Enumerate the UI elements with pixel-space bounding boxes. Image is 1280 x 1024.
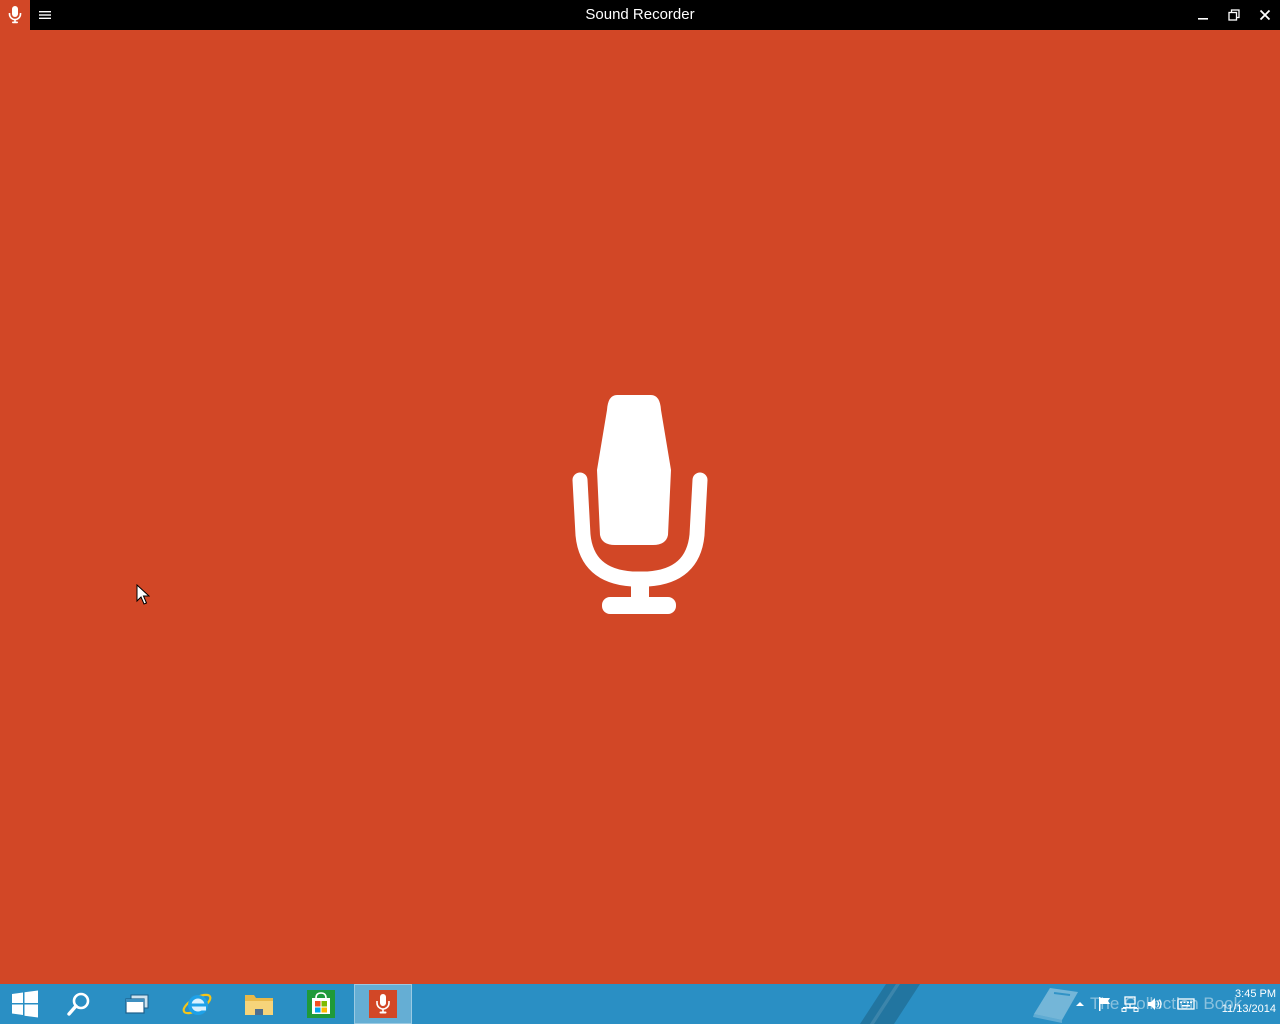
folder-icon — [245, 995, 273, 1015]
clock-time: 3:45 PM — [1235, 988, 1276, 1000]
volume-button[interactable] — [1146, 984, 1164, 1024]
taskbar-internet-explorer[interactable] — [168, 984, 226, 1024]
close-icon — [1259, 9, 1271, 21]
record-button[interactable] — [565, 390, 715, 620]
hamburger-menu-button[interactable] — [30, 0, 60, 30]
task-view-button[interactable] — [110, 984, 164, 1024]
clock-date: 11/13/2014 — [1221, 1003, 1276, 1015]
chevron-up-icon — [1076, 1002, 1084, 1006]
network-icon — [1121, 996, 1139, 1012]
show-hidden-icons-button[interactable] — [1072, 984, 1088, 1024]
recorder-main-area — [0, 30, 1280, 984]
taskbar-search-button[interactable] — [52, 984, 106, 1024]
microphone-icon — [369, 990, 397, 1018]
restore-button[interactable] — [1218, 0, 1250, 30]
window-title: Sound Recorder — [585, 6, 695, 23]
taskbar-file-explorer[interactable] — [230, 984, 288, 1024]
title-bar: Sound Recorder — [0, 0, 1280, 30]
mouse-cursor — [136, 583, 151, 611]
internet-explorer-icon — [182, 993, 212, 1015]
microphone-icon — [572, 395, 708, 614]
microphone-icon — [8, 6, 22, 24]
restore-icon — [1228, 9, 1240, 21]
input-indicator-button[interactable] — [1176, 984, 1196, 1024]
action-center-button[interactable] — [1096, 984, 1114, 1024]
taskbar-decoration — [860, 984, 920, 1024]
task-view-icon — [125, 994, 149, 1014]
close-button[interactable] — [1249, 0, 1280, 30]
taskbar-store[interactable] — [292, 984, 350, 1024]
keyboard-icon — [1177, 998, 1195, 1010]
minimize-icon — [1198, 18, 1208, 20]
taskbar: The Collection Book 3:45 PM 11/13/2014 — [0, 984, 1280, 1024]
volume-icon — [1148, 998, 1162, 1010]
store-icon — [307, 990, 335, 1018]
windows-logo-icon — [12, 990, 38, 1018]
minimize-button[interactable] — [1187, 0, 1219, 30]
cursor-arrow-icon — [136, 583, 151, 605]
taskbar-sound-recorder[interactable] — [354, 984, 412, 1024]
taskbar-clock[interactable]: 3:45 PM 11/13/2014 — [1200, 987, 1276, 1021]
flag-icon — [1099, 997, 1110, 1011]
network-button[interactable] — [1120, 984, 1140, 1024]
search-icon — [67, 992, 90, 1016]
app-icon[interactable] — [0, 0, 30, 30]
start-button[interactable] — [0, 984, 50, 1024]
hamburger-menu-icon — [39, 11, 51, 19]
